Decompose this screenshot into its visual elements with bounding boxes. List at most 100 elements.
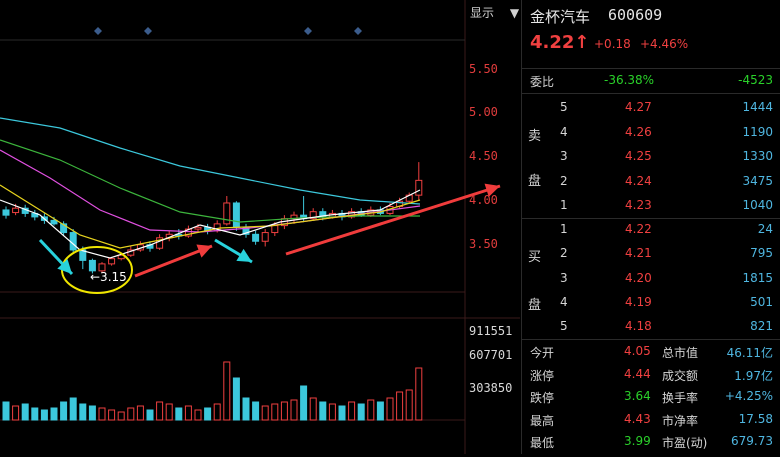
current-price: 4.22↑	[530, 32, 590, 53]
candle-body	[2, 209, 10, 216]
stock-code: 600609	[608, 6, 663, 24]
volume-bar	[415, 367, 423, 421]
price-tick-label: 4.50	[469, 149, 498, 163]
volume-bar	[223, 361, 231, 421]
buy-order-row[interactable]: 2 4.21 795	[522, 242, 780, 266]
stat-value: 3.99	[624, 434, 651, 448]
volume-bar	[252, 401, 260, 421]
order-price: 4.20	[625, 270, 652, 285]
order-volume: 501	[750, 294, 773, 309]
order-price: 4.26	[625, 124, 652, 139]
volume-bar	[405, 389, 413, 421]
volume-bar	[204, 407, 212, 421]
order-price: 4.27	[625, 100, 652, 114]
stat-label: 跌停	[530, 391, 555, 405]
stat-value: +4.25%	[724, 389, 773, 403]
volume-bar	[60, 401, 68, 421]
volume-tick-label: 911551	[469, 324, 513, 338]
stat-value: 46.11亿	[726, 346, 773, 360]
candle-body	[271, 225, 279, 234]
volume-bar	[40, 409, 48, 421]
order-price: 4.21	[625, 246, 652, 261]
volume-bar	[79, 403, 87, 421]
buy-order-row[interactable]: 1 4.22 24	[522, 218, 780, 242]
stat-row: 涨停 4.44 成交额 1.97亿	[522, 363, 780, 387]
volume-bar	[69, 397, 77, 421]
order-level: 4	[560, 294, 568, 309]
diamond-marker-icon	[304, 27, 312, 35]
buy-order-row[interactable]: 5 4.18 821	[522, 315, 780, 339]
stat-row: 最高 4.43 市净率 17.58	[522, 408, 780, 432]
volume-bar	[357, 403, 365, 421]
divider	[522, 93, 780, 94]
sell-order-row[interactable]: 5 4.27 1444	[522, 96, 780, 120]
stat-value: 4.05	[624, 344, 651, 358]
kline-svg: ←3.15	[0, 0, 520, 454]
order-level: 5	[560, 100, 568, 114]
candle-body	[69, 232, 77, 251]
order-level: 5	[560, 319, 568, 334]
order-volume: 1040	[742, 198, 773, 212]
volume-tick-label: 303850	[469, 381, 513, 395]
volume-bar	[117, 411, 125, 421]
order-ratio-value: -4523	[738, 73, 773, 87]
diamond-marker-icon	[94, 27, 102, 35]
price-axis: 5.50 5.00 4.50 4.00 3.50 911551 607701 3…	[465, 0, 520, 454]
order-price: 4.24	[625, 173, 652, 188]
order-level: 4	[560, 124, 568, 139]
price-change: +0.18	[594, 37, 631, 51]
price-change-pct: +4.46%	[640, 37, 689, 51]
stat-value: 17.58	[738, 411, 773, 426]
sell-order-row[interactable]: 4 4.26 1190	[522, 121, 780, 145]
stat-value: 4.44	[624, 366, 651, 381]
stat-value: 3.64	[624, 389, 651, 403]
volume-bar	[328, 403, 336, 421]
stat-label: 换手率	[662, 391, 699, 405]
stat-row: 今开 4.05 总市值 46.11亿	[522, 340, 780, 364]
volume-bar	[386, 397, 394, 421]
diamond-marker-icon	[354, 27, 362, 35]
volume-bar	[232, 377, 240, 421]
candle-body	[12, 207, 20, 214]
volume-bar	[319, 401, 327, 421]
order-ratio-row: 委比 -36.38% -4523	[522, 69, 780, 93]
order-level: 3	[560, 270, 568, 285]
order-volume: 821	[750, 319, 773, 334]
order-volume: 1190	[742, 124, 773, 139]
stat-label: 市净率	[662, 413, 699, 428]
quote-panel: 金杯汽车 600609 4.22↑ +0.18 +4.46% 委比 -36.38…	[521, 0, 780, 454]
volume-bar	[136, 405, 144, 421]
candle-body	[50, 219, 58, 225]
buy-order-row[interactable]: 3 4.20 1815	[522, 267, 780, 291]
kline-chart[interactable]: ←3.15	[0, 0, 520, 454]
volume-bar	[300, 385, 308, 421]
order-volume: 24	[757, 222, 773, 236]
sell-order-row[interactable]: 1 4.23 1040	[522, 194, 780, 218]
volume-bar	[108, 409, 116, 421]
stat-label: 市盈(动)	[662, 436, 708, 450]
sell-order-row[interactable]: 2 4.24 3475	[522, 170, 780, 194]
order-price: 4.19	[625, 294, 652, 309]
price-tick-label: 5.50	[469, 62, 498, 76]
buy-order-row[interactable]: 4 4.19 501	[522, 291, 780, 315]
diamond-marker-icon	[144, 27, 152, 35]
candle-body	[415, 179, 423, 196]
volume-bar	[146, 409, 154, 421]
sell-order-row[interactable]: 3 4.25 1330	[522, 145, 780, 169]
candle-body	[194, 226, 202, 230]
volume-bar	[396, 391, 404, 421]
volume-bar	[280, 401, 288, 421]
volume-bar	[2, 401, 10, 421]
stat-row: 最低 3.99 市盈(动) 679.73	[522, 430, 780, 454]
volume-bar	[348, 401, 356, 421]
volume-bar	[309, 397, 317, 421]
volume-bar	[290, 399, 298, 421]
volume-bar	[21, 403, 29, 421]
stat-value: 4.43	[624, 411, 651, 426]
volume-bar	[338, 405, 346, 421]
price-tick-label: 5.00	[469, 105, 498, 119]
stat-label: 最低	[530, 436, 555, 450]
volume-bar	[242, 397, 250, 421]
order-price: 4.25	[625, 149, 652, 163]
order-level: 2	[560, 173, 568, 188]
